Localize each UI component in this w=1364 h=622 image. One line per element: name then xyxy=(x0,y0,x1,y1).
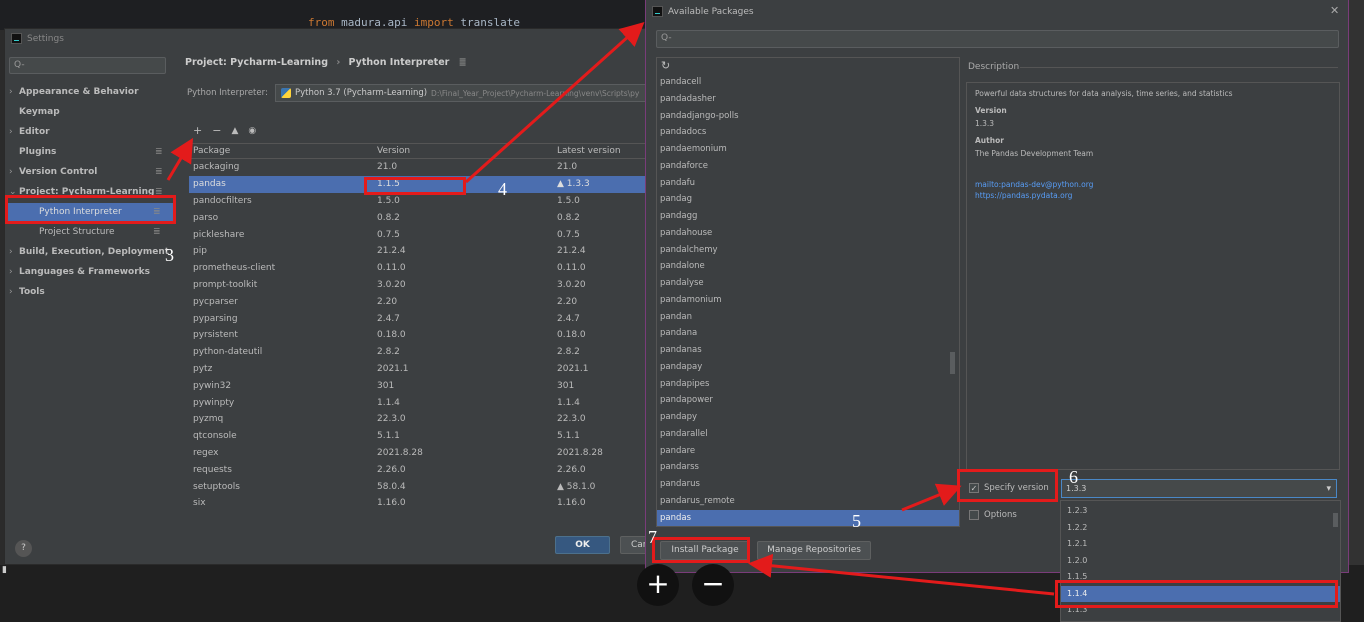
arrow-to-specify-version xyxy=(901,483,962,512)
step-number-5: 5 xyxy=(852,511,861,531)
step-number-4: 4 xyxy=(498,179,507,199)
arrow-to-add-button xyxy=(166,137,194,181)
step-number-6: 6 xyxy=(1069,467,1078,487)
step-number-7: 7 xyxy=(648,527,657,547)
arrow-to-available-packages xyxy=(464,21,645,184)
annotation-arrows xyxy=(166,21,1055,596)
step-number-3: 3 xyxy=(165,245,174,265)
arrow-to-install xyxy=(748,553,1055,596)
